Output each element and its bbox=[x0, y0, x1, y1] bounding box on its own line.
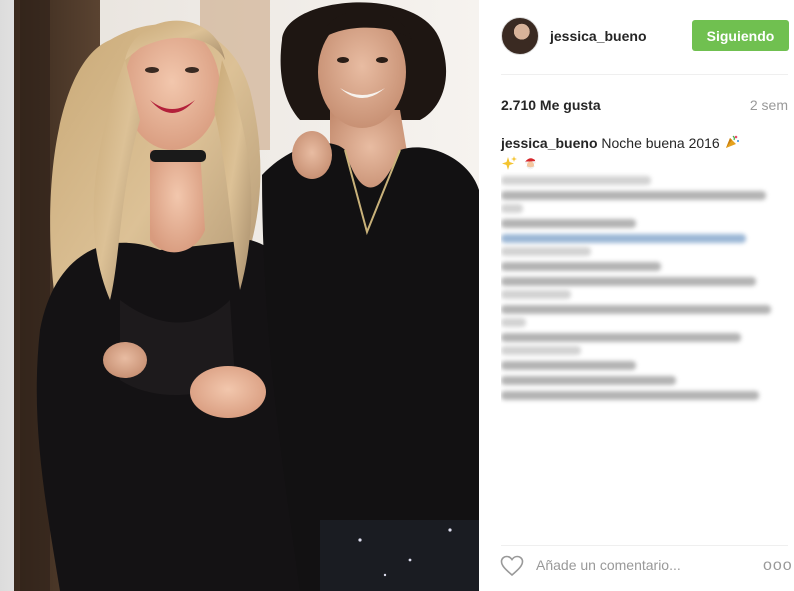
photo-image bbox=[0, 0, 479, 591]
add-comment-input[interactable] bbox=[536, 553, 736, 577]
caption-username[interactable]: jessica_bueno bbox=[501, 135, 598, 151]
header-divider bbox=[501, 74, 788, 75]
post-caption: jessica_bueno Noche buena 2016 bbox=[501, 134, 771, 177]
post-footer: ooo bbox=[479, 545, 794, 591]
comment-item bbox=[501, 277, 781, 299]
comments-list bbox=[501, 172, 781, 532]
party-popper-icon bbox=[724, 134, 740, 155]
comment-item bbox=[501, 391, 781, 400]
author-username[interactable]: jessica_bueno bbox=[550, 28, 647, 44]
comment-item bbox=[501, 234, 781, 256]
likes-count[interactable]: 2.710 Me gusta bbox=[501, 97, 601, 113]
comment-item bbox=[501, 305, 781, 327]
comment-item bbox=[501, 361, 781, 370]
comment-item bbox=[501, 262, 781, 271]
comment-item bbox=[501, 176, 781, 185]
following-button[interactable]: Siguiendo bbox=[692, 20, 789, 51]
avatar[interactable] bbox=[501, 17, 539, 55]
comment-item bbox=[501, 376, 781, 385]
post-header: jessica_bueno Siguiendo bbox=[479, 0, 794, 74]
post-sidebar: jessica_bueno Siguiendo 2.710 Me gusta 2… bbox=[479, 0, 794, 591]
comment-item bbox=[501, 191, 781, 213]
comment-item bbox=[501, 219, 781, 228]
more-options-icon[interactable]: ooo bbox=[763, 557, 793, 575]
heart-icon[interactable] bbox=[500, 555, 526, 579]
comment-item bbox=[501, 333, 781, 355]
caption-text: Noche buena 2016 bbox=[601, 135, 720, 151]
post-photo[interactable] bbox=[0, 0, 479, 591]
post-age[interactable]: 2 sem bbox=[750, 97, 788, 113]
